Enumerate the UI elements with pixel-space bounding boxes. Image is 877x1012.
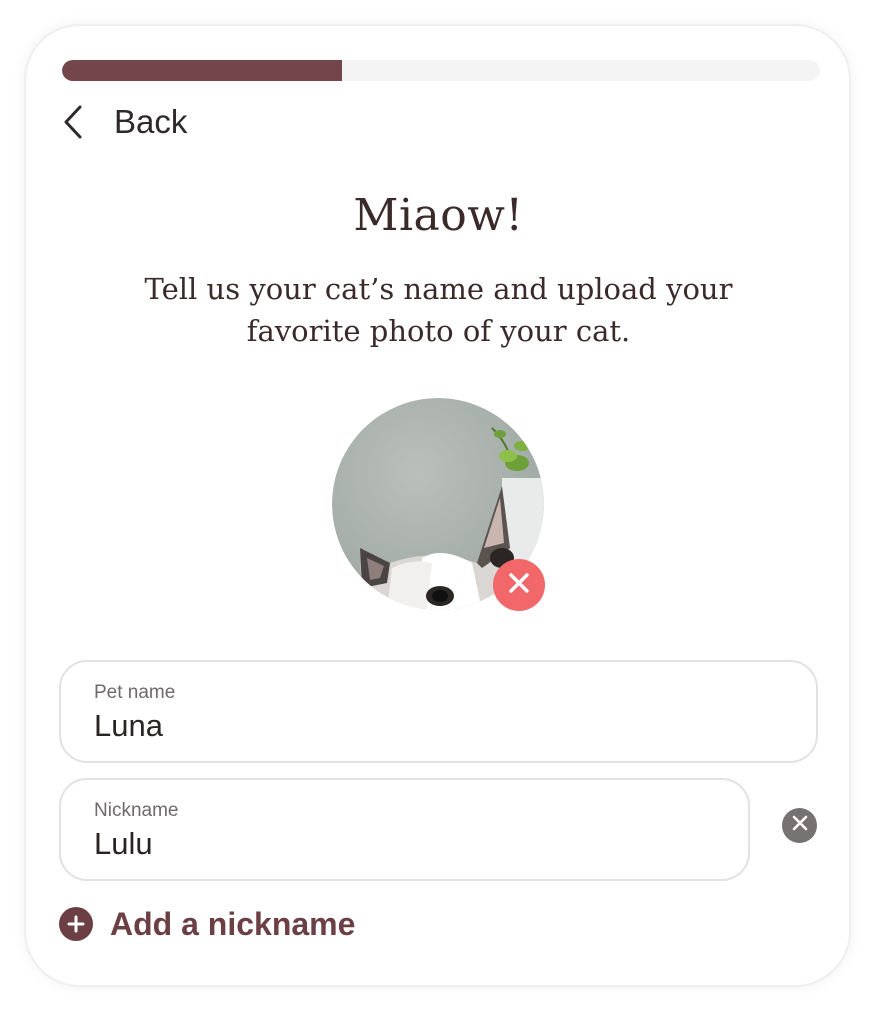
page-subtitle: Tell us your cat’s name and upload your … <box>144 272 733 348</box>
back-label: Back <box>114 103 188 140</box>
close-icon <box>508 572 530 599</box>
progress-fill <box>62 60 343 81</box>
pet-name-input[interactable] <box>94 708 694 744</box>
page-title: Miaow! <box>353 190 524 241</box>
back-button[interactable]: Back <box>62 98 187 146</box>
nickname-input[interactable] <box>94 826 654 862</box>
cat-photo-container <box>332 398 545 611</box>
clear-nickname-button[interactable] <box>782 808 817 843</box>
plus-circle-icon <box>59 907 93 941</box>
nickname-field[interactable]: Nickname <box>59 778 750 881</box>
add-nickname-button[interactable]: Add a nickname <box>59 902 355 946</box>
add-nickname-label: Add a nickname <box>110 905 356 942</box>
remove-photo-button[interactable] <box>493 559 545 611</box>
pet-name-label: Pet name <box>94 682 176 703</box>
nickname-label: Nickname <box>94 800 179 821</box>
chevron-left-icon <box>62 103 92 141</box>
pet-name-field[interactable]: Pet name <box>59 660 818 763</box>
progress-bar <box>62 60 820 81</box>
close-circle-icon <box>792 815 808 836</box>
